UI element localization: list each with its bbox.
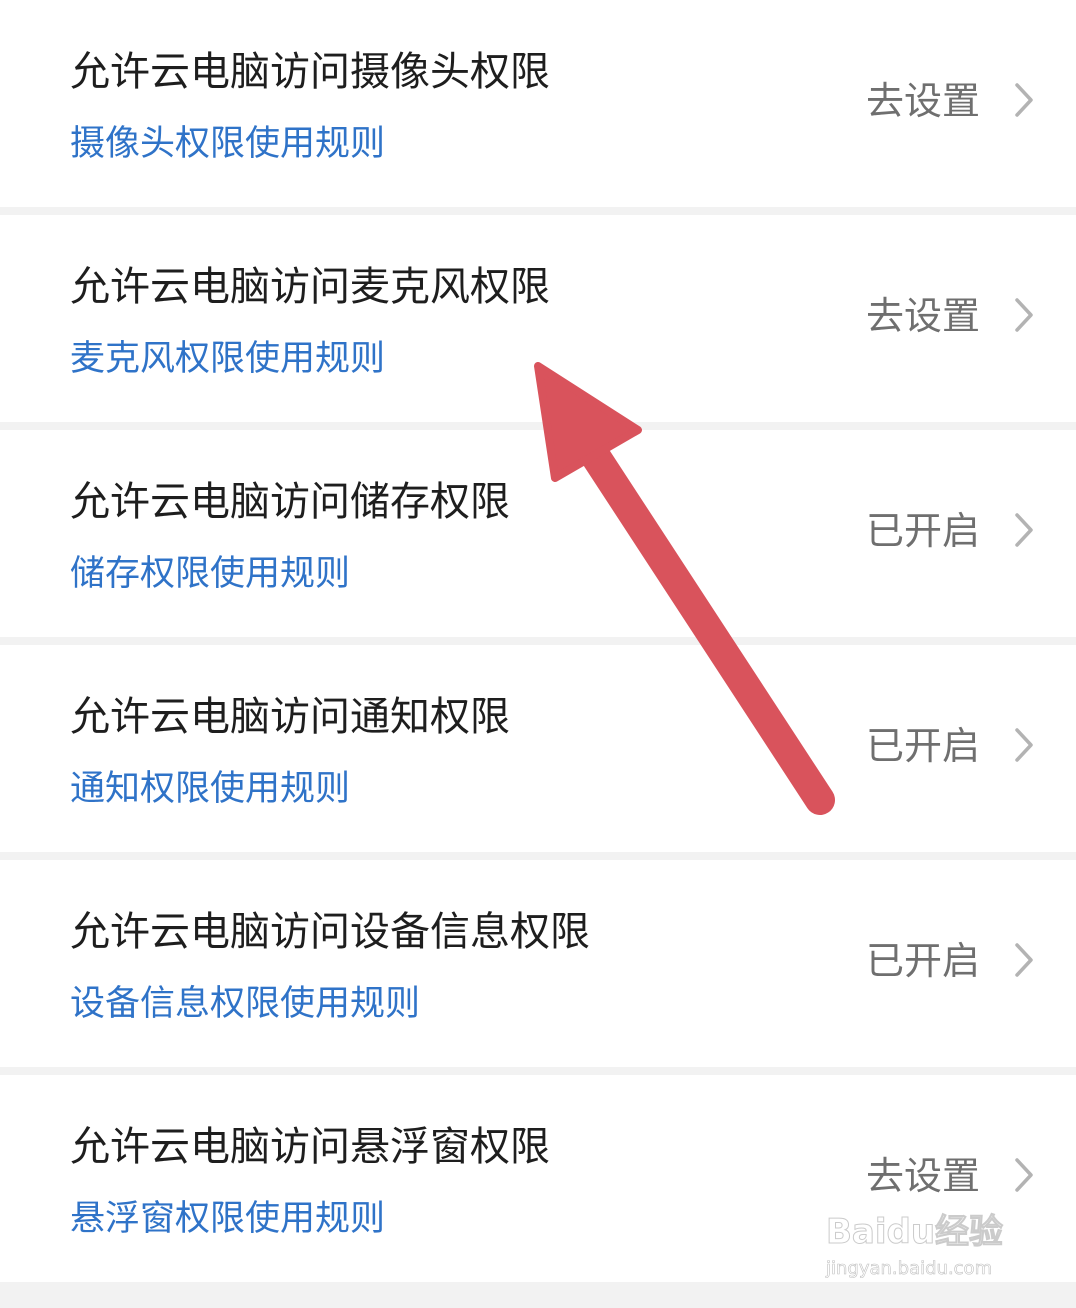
permission-rule-link[interactable]: 麦克风权限使用规则: [70, 337, 385, 381]
permission-title: 允许云电脑访问设备信息权限: [70, 909, 590, 955]
permission-rule-link[interactable]: 设备信息权限使用规则: [70, 982, 420, 1026]
permission-row-microphone[interactable]: 允许云电脑访问麦克风权限 麦克风权限使用规则 去设置: [0, 215, 1076, 422]
permission-row-notification[interactable]: 允许云电脑访问通知权限 通知权限使用规则 已开启: [0, 645, 1076, 852]
permission-title: 允许云电脑访问通知权限: [70, 694, 510, 740]
permission-title: 允许云电脑访问摄像头权限: [70, 49, 550, 95]
permission-rule-link[interactable]: 通知权限使用规则: [70, 767, 350, 811]
permission-row-camera[interactable]: 允许云电脑访问摄像头权限 摄像头权限使用规则 去设置: [0, 0, 1076, 207]
permission-status: 去设置: [865, 294, 980, 338]
chevron-right-icon: [1015, 513, 1033, 547]
permission-status: 去设置: [865, 1154, 980, 1198]
permission-title: 允许云电脑访问悬浮窗权限: [70, 1124, 550, 1170]
chevron-right-icon: [1015, 728, 1033, 762]
permission-title: 允许云电脑访问储存权限: [70, 479, 510, 525]
permission-rule-link[interactable]: 悬浮窗权限使用规则: [70, 1197, 385, 1241]
permission-title: 允许云电脑访问麦克风权限: [70, 264, 550, 310]
permission-row-storage[interactable]: 允许云电脑访问储存权限 储存权限使用规则 已开启: [0, 430, 1076, 637]
chevron-right-icon: [1015, 943, 1033, 977]
permission-status: 去设置: [865, 79, 980, 123]
permission-rule-link[interactable]: 储存权限使用规则: [70, 552, 350, 596]
permission-row-device-info[interactable]: 允许云电脑访问设备信息权限 设备信息权限使用规则 已开启: [0, 860, 1076, 1067]
permission-rule-link[interactable]: 摄像头权限使用规则: [70, 122, 385, 166]
chevron-right-icon: [1015, 298, 1033, 332]
chevron-right-icon: [1015, 1158, 1033, 1192]
permission-status: 已开启: [865, 509, 980, 553]
permission-status: 已开启: [865, 724, 980, 768]
chevron-right-icon: [1015, 83, 1033, 117]
permission-row-floating-window[interactable]: 允许云电脑访问悬浮窗权限 悬浮窗权限使用规则 去设置: [0, 1075, 1076, 1282]
permission-status: 已开启: [865, 939, 980, 983]
